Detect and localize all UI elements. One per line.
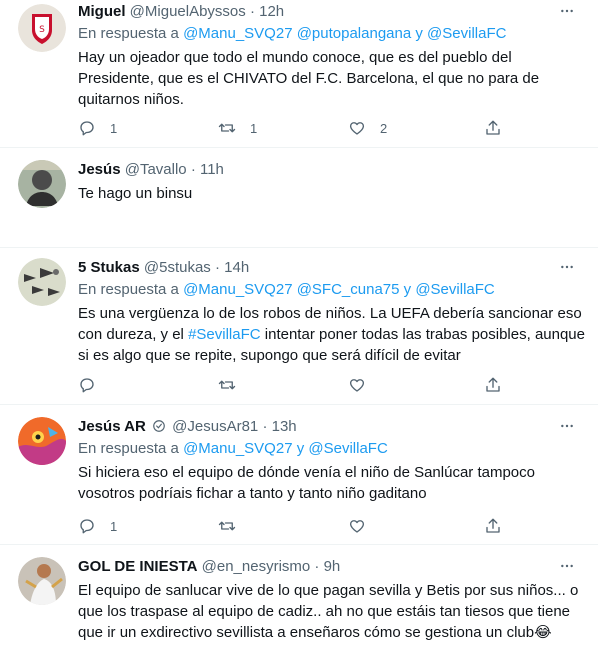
share-button[interactable]	[484, 374, 502, 396]
avatar[interactable]	[18, 417, 66, 465]
retweet-button[interactable]	[218, 374, 236, 396]
reply-context: En respuesta a @Manu_SVQ27 @SFC_cuna75 y…	[78, 281, 495, 298]
share-icon	[486, 518, 500, 533]
share-icon	[486, 377, 500, 392]
avatar[interactable]	[18, 258, 66, 306]
heart-icon	[349, 520, 365, 533]
tweet-text: Hay un ojeador que todo el mundo conoce,…	[78, 49, 540, 108]
author-name[interactable]: Jesús	[78, 161, 121, 178]
separator: ·	[262, 418, 268, 435]
author-name[interactable]: GOL DE INIESTA	[78, 558, 197, 575]
avatar[interactable]	[18, 557, 66, 605]
mention-conjunction: y	[403, 281, 412, 298]
reply-button[interactable]	[78, 374, 96, 396]
timestamp[interactable]: 11h	[200, 161, 224, 178]
timestamp[interactable]: 14h	[224, 259, 249, 276]
mention-link[interactable]: @SevillaFC	[427, 25, 506, 42]
reply-context: En respuesta a @Manu_SVQ27 @putopalangan…	[78, 25, 507, 42]
tweet[interactable]: 5 Stukas @5stukas · 14h En respuesta a @…	[0, 248, 598, 405]
tweet-text: Si hiciera eso el equipo de dónde venía …	[78, 464, 535, 502]
tweet[interactable]: S Miguel @MiguelAbyssos · 12h En respues…	[0, 0, 598, 148]
author-name[interactable]: Jesús AR	[78, 418, 146, 435]
retweet-button[interactable]	[218, 515, 236, 537]
mention-conjunction: y	[296, 440, 305, 457]
mention-link[interactable]: @Manu_SVQ27	[183, 440, 292, 457]
reply-button[interactable]: 1	[78, 117, 117, 139]
timestamp[interactable]: 9h	[324, 558, 341, 575]
author-handle[interactable]: @Tavallo	[125, 161, 187, 178]
mention-conjunction: y	[415, 25, 423, 42]
reply-icon	[80, 519, 94, 534]
mention-link[interactable]: @Manu_SVQ27	[183, 25, 292, 42]
separator: ·	[314, 558, 320, 575]
reply-count: 1	[110, 120, 118, 136]
tweet[interactable]: Jesús AR @JesusAr81 · 13h En respuesta a…	[0, 405, 598, 545]
mention-link[interactable]: @putopalangana	[297, 25, 412, 42]
retweet-count: 1	[250, 120, 258, 136]
heart-icon	[349, 379, 365, 392]
tweet[interactable]: Jesús @Tavallo · 11h Te hago un binsu	[0, 148, 598, 248]
avatar[interactable]	[18, 160, 66, 208]
mention-link[interactable]: @SFC_cuna75	[297, 281, 400, 298]
separator: ·	[214, 259, 220, 276]
author-name[interactable]: Miguel	[78, 3, 126, 20]
author-handle[interactable]: @5stukas	[144, 259, 211, 276]
share-icon	[486, 120, 500, 135]
mention-link[interactable]: @Manu_SVQ27	[183, 281, 292, 298]
share-button[interactable]	[484, 117, 502, 139]
timestamp[interactable]: 12h	[259, 3, 284, 20]
like-button[interactable]	[348, 515, 366, 537]
like-count: 2	[380, 120, 388, 136]
mention-link[interactable]: @SevillaFC	[415, 281, 494, 298]
retweet-icon	[218, 123, 236, 133]
mention-link[interactable]: @SevillaFC	[308, 440, 387, 457]
reply-feed: S Miguel @MiguelAbyssos · 12h En respues…	[0, 0, 598, 652]
heart-icon	[349, 122, 365, 135]
tweet[interactable]: GOL DE INIESTA @en_nesyrismo · 9h El equ…	[0, 545, 598, 652]
reply-icon	[80, 121, 94, 136]
like-button[interactable]	[348, 374, 366, 396]
tweet-text: El equipo de sanlucar vive de lo que pag…	[78, 582, 579, 641]
like-button[interactable]: 2	[348, 117, 387, 139]
reply-icon	[80, 378, 94, 393]
separator: ·	[190, 161, 196, 178]
badge-icon	[152, 419, 166, 433]
retweet-icon	[218, 380, 236, 390]
author-handle[interactable]: @JesusAr81	[172, 418, 258, 435]
tweet-text: Te hago un binsu	[78, 185, 193, 202]
more-icon[interactable]	[556, 256, 578, 278]
separator: ·	[249, 3, 255, 20]
avatar[interactable]: S	[18, 4, 66, 52]
retweet-icon	[218, 521, 236, 531]
author-name[interactable]: 5 Stukas	[78, 259, 140, 276]
reply-count: 1	[110, 518, 118, 534]
reply-button[interactable]: 1	[78, 515, 117, 537]
retweet-button[interactable]: 1	[218, 117, 257, 139]
tweet-text: Es una vergüenza lo de los robos de niño…	[78, 305, 585, 364]
more-icon[interactable]	[556, 415, 578, 437]
more-icon[interactable]	[556, 555, 578, 577]
reply-context: En respuesta a @Manu_SVQ27 y @SevillaFC	[78, 440, 388, 457]
author-handle[interactable]: @en_nesyrismo	[202, 558, 311, 575]
share-button[interactable]	[484, 515, 502, 537]
author-handle[interactable]: @MiguelAbyssos	[130, 3, 246, 20]
svg-text:S: S	[39, 25, 45, 35]
laughing-emoji: 😂	[534, 624, 552, 641]
timestamp[interactable]: 13h	[272, 418, 297, 435]
more-icon[interactable]	[556, 0, 578, 22]
hashtag-link[interactable]: #SevillaFC	[188, 326, 261, 343]
